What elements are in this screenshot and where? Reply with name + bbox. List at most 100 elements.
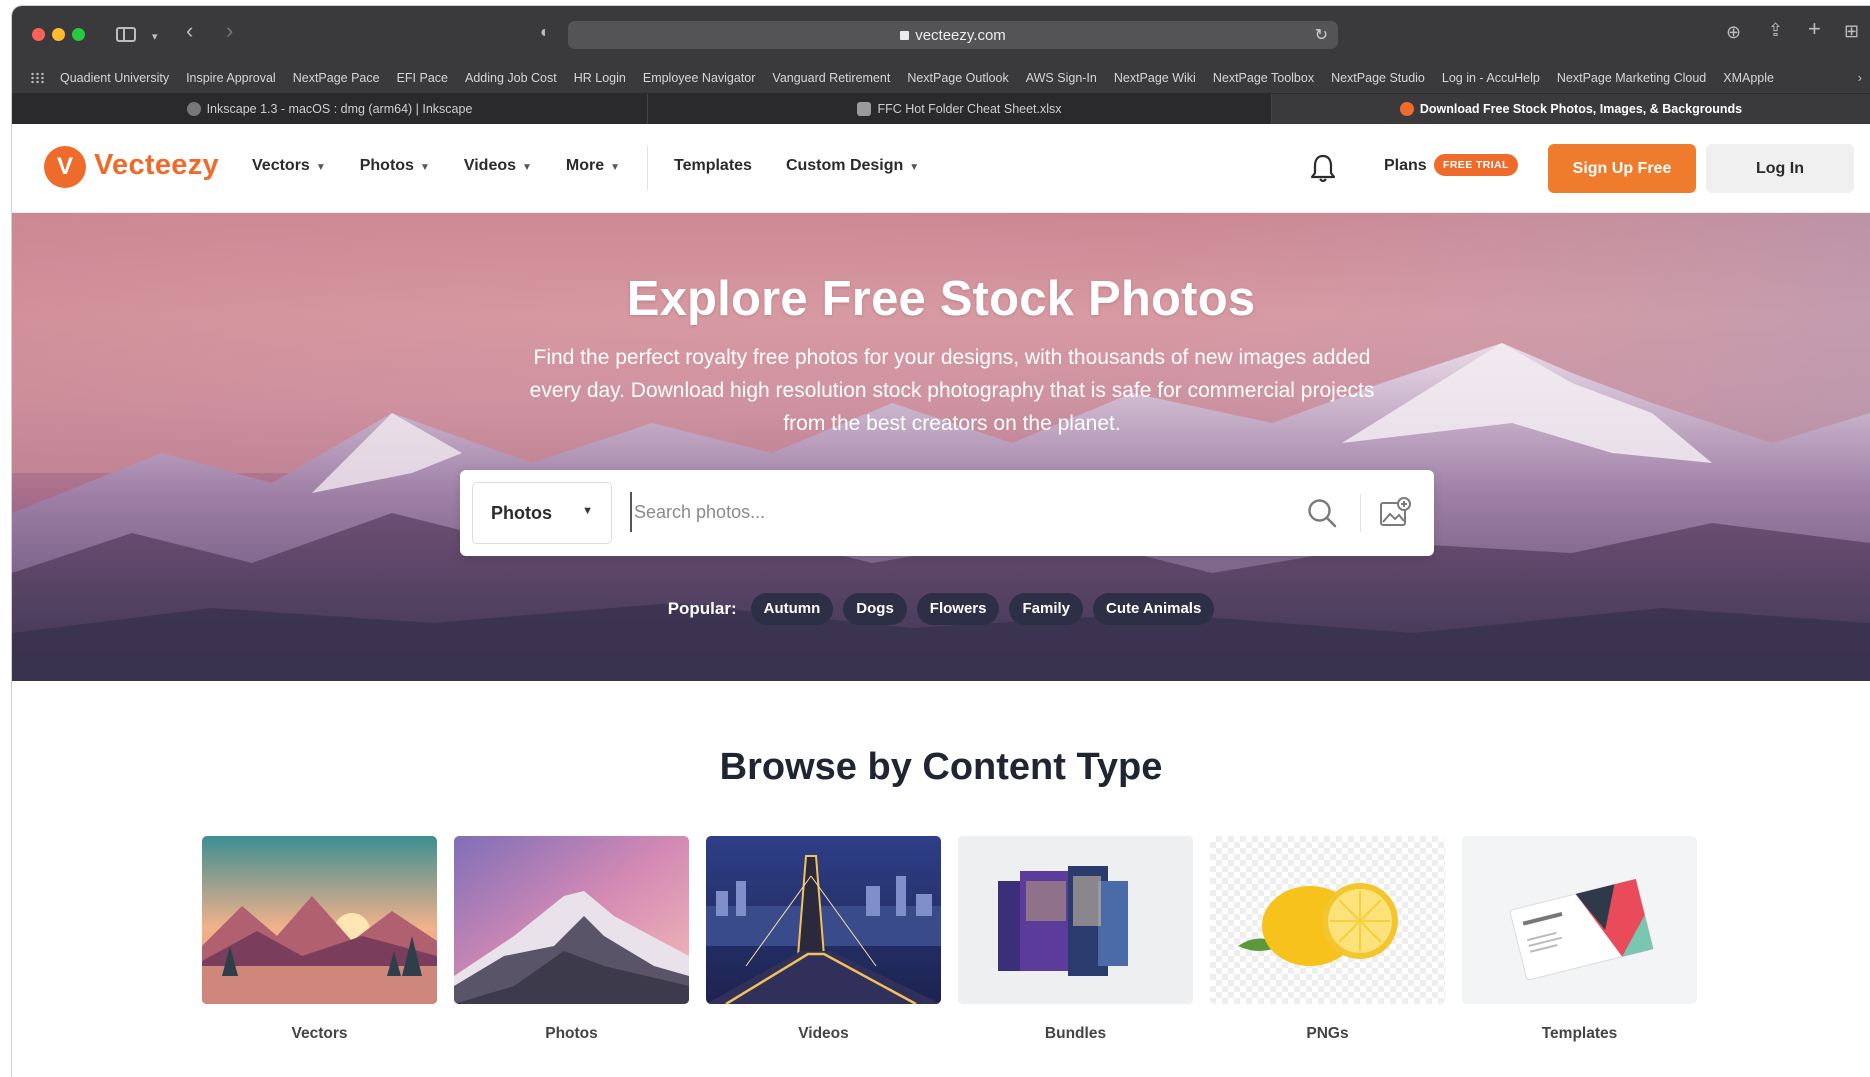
url-text: vecteezy.com <box>915 27 1006 44</box>
search-icon[interactable] <box>1306 497 1338 529</box>
image-search-icon[interactable] <box>1378 496 1412 530</box>
bookmark-item[interactable]: EFI Pace <box>397 71 448 85</box>
vecteezy-logo-icon[interactable]: V <box>44 146 86 188</box>
tab-label: Download Free Stock Photos, Images, & Ba… <box>1419 102 1743 116</box>
close-window-button[interactable] <box>32 28 45 41</box>
hero-section: Explore Free Stock Photos Find the perfe… <box>12 213 1870 681</box>
bookmark-item[interactable]: Adding Job Cost <box>465 71 557 85</box>
browser-window: ▾ ‹ › ◐ vecteezy.com ↻ ⊕ ⇪ + ⊞ Quadient … <box>12 6 1870 1077</box>
card-vectors[interactable]: Vectors <box>202 836 437 1043</box>
chevron-down-icon: ▼ <box>582 505 593 517</box>
chevron-down-icon: ▼ <box>315 162 326 173</box>
chevron-down-icon: ▼ <box>909 162 920 173</box>
bookmark-item[interactable]: NextPage Marketing Cloud <box>1557 71 1706 85</box>
tab-inkscape[interactable]: Inkscape 1.3 - macOS : dmg (arm64) | Ink… <box>12 94 648 124</box>
apps-grid-icon[interactable] <box>30 72 44 84</box>
bookmark-item[interactable]: NextPage Outlook <box>907 71 1008 85</box>
bookmark-item[interactable]: Inspire Approval <box>186 71 276 85</box>
chevron-down-icon: ▼ <box>522 162 532 173</box>
tab-ffc-sheet[interactable]: FFC Hot Folder Cheat Sheet.xlsx <box>648 94 1272 124</box>
nav-label: Vectors <box>252 157 310 174</box>
videos-thumbnail <box>706 836 941 1004</box>
nav-label: More <box>565 157 605 174</box>
reload-icon[interactable]: ↻ <box>1315 25 1328 45</box>
primary-nav: Vectors ▼ Photos ▼ Videos ▼ More ▼ <box>252 157 620 175</box>
nav-custom-design[interactable]: Custom Design ▼ <box>786 157 919 175</box>
share-icon[interactable]: ⇪ <box>1768 21 1783 39</box>
vecteezy-favicon-icon <box>1399 102 1414 116</box>
nav-templates[interactable]: Templates <box>674 157 752 175</box>
bookmark-item[interactable]: Log in - AccuHelp <box>1442 71 1540 85</box>
sidebar-toggle-icon[interactable] <box>116 27 136 42</box>
bookmark-item[interactable]: Employee Navigator <box>643 71 756 85</box>
popular-chip[interactable]: Dogs <box>843 593 907 625</box>
tab-overview-icon[interactable]: ⊞ <box>1844 22 1859 40</box>
forward-icon[interactable]: › <box>226 20 233 42</box>
bookmark-item[interactable]: NextPage Toolbox <box>1213 71 1314 85</box>
inkscape-favicon-icon <box>186 102 201 116</box>
card-label: Photos <box>545 1025 598 1042</box>
popular-chip[interactable]: Flowers <box>916 593 1000 625</box>
bookmark-item[interactable]: NextPage Wiki <box>1114 71 1196 85</box>
sign-up-button[interactable]: Sign Up Free <box>1548 144 1696 193</box>
bookmark-item[interactable]: Vanguard Retirement <box>772 71 890 85</box>
popular-searches: Popular: Autumn Dogs Flowers Family Cute… <box>12 593 1870 625</box>
nav-label: Templates <box>674 157 752 174</box>
site-header: V Vecteezy Vectors ▼ Photos ▼ Videos ▼ More… <box>12 124 1870 213</box>
card-label: Vectors <box>291 1025 348 1042</box>
address-bar[interactable]: vecteezy.com ↻ <box>568 21 1338 49</box>
download-icon[interactable]: ⊕ <box>1726 23 1741 41</box>
zoom-window-button[interactable] <box>72 28 85 41</box>
new-tab-icon[interactable]: + <box>1808 18 1821 40</box>
bookmark-list: Quadient University Inspire Approval NextP… <box>60 71 1774 85</box>
nav-divider <box>647 146 648 190</box>
bookmark-item[interactable]: NextPage Pace <box>293 71 380 85</box>
bookmark-item[interactable]: AWS Sign-In <box>1026 71 1097 85</box>
back-icon[interactable]: ‹ <box>186 20 193 42</box>
bookmark-item[interactable]: Quadient University <box>60 71 169 85</box>
card-bundles[interactable]: Bundles <box>958 836 1193 1043</box>
nav-label: Videos <box>463 157 517 174</box>
hero-subtitle: Find the perfect royalty free photos for… <box>529 346 1375 435</box>
chevron-down-icon: ▼ <box>419 162 430 173</box>
tab-bar: Inkscape 1.3 - macOS : dmg (arm64) | Ink… <box>12 94 1870 124</box>
log-in-button[interactable]: Log In <box>1706 144 1854 193</box>
card-label: Bundles <box>1044 1025 1107 1042</box>
lock-icon <box>900 31 910 40</box>
browser-toolbar: ▾ ‹ › ◐ vecteezy.com ↻ ⊕ ⇪ + ⊞ <box>12 6 1870 62</box>
card-pngs[interactable]: PNGs <box>1210 836 1445 1043</box>
plans-link[interactable]: Plans <box>1384 157 1427 175</box>
popular-chip[interactable]: Autumn <box>750 593 834 625</box>
nav-label: Custom Design <box>785 157 904 174</box>
card-videos[interactable]: Videos <box>706 836 941 1043</box>
card-templates[interactable]: Templates <box>1462 836 1697 1043</box>
bookmark-item[interactable]: HR Login <box>574 71 626 85</box>
tab-label: FFC Hot Folder Cheat Sheet.xlsx <box>877 102 1062 116</box>
nav-label: Photos <box>359 157 414 174</box>
search-type-label: Photos <box>491 503 552 523</box>
nav-more[interactable]: More ▼ <box>566 157 620 175</box>
chevron-down-icon[interactable]: ▾ <box>152 28 158 46</box>
card-photos[interactable]: Photos <box>454 836 689 1043</box>
tab-label: Inkscape 1.3 - macOS : dmg (arm64) | Ink… <box>206 102 473 116</box>
bookmarks-bar: Quadient University Inspire Approval NextP… <box>12 62 1870 94</box>
bookmark-item[interactable]: XMApple <box>1723 71 1774 85</box>
tab-vecteezy[interactable]: Download Free Stock Photos, Images, & Ba… <box>1272 94 1870 124</box>
popular-chip[interactable]: Cute Animals <box>1093 593 1215 625</box>
popular-label: Popular: <box>667 599 737 618</box>
more-bookmarks-icon[interactable]: › <box>1858 70 1862 85</box>
nav-videos[interactable]: Videos ▼ <box>464 157 532 175</box>
search-type-select[interactable]: Photos ▼ <box>472 482 612 544</box>
search-box: Photos ▼ <box>460 470 1434 556</box>
shield-icon[interactable]: ◐ <box>540 24 550 42</box>
bookmark-item[interactable]: NextPage Studio <box>1331 71 1425 85</box>
chevron-down-icon: ▼ <box>610 162 621 173</box>
minimize-window-button[interactable] <box>52 28 65 41</box>
bell-icon[interactable] <box>1308 152 1338 184</box>
nav-photos[interactable]: Photos ▼ <box>360 157 430 175</box>
logo-text[interactable]: Vecteezy <box>94 149 219 182</box>
search-input[interactable] <box>630 492 1270 532</box>
popular-chip[interactable]: Family <box>1009 593 1084 625</box>
free-trial-badge[interactable]: FREE TRIAL <box>1434 154 1518 176</box>
nav-vectors[interactable]: Vectors ▼ <box>252 157 326 175</box>
